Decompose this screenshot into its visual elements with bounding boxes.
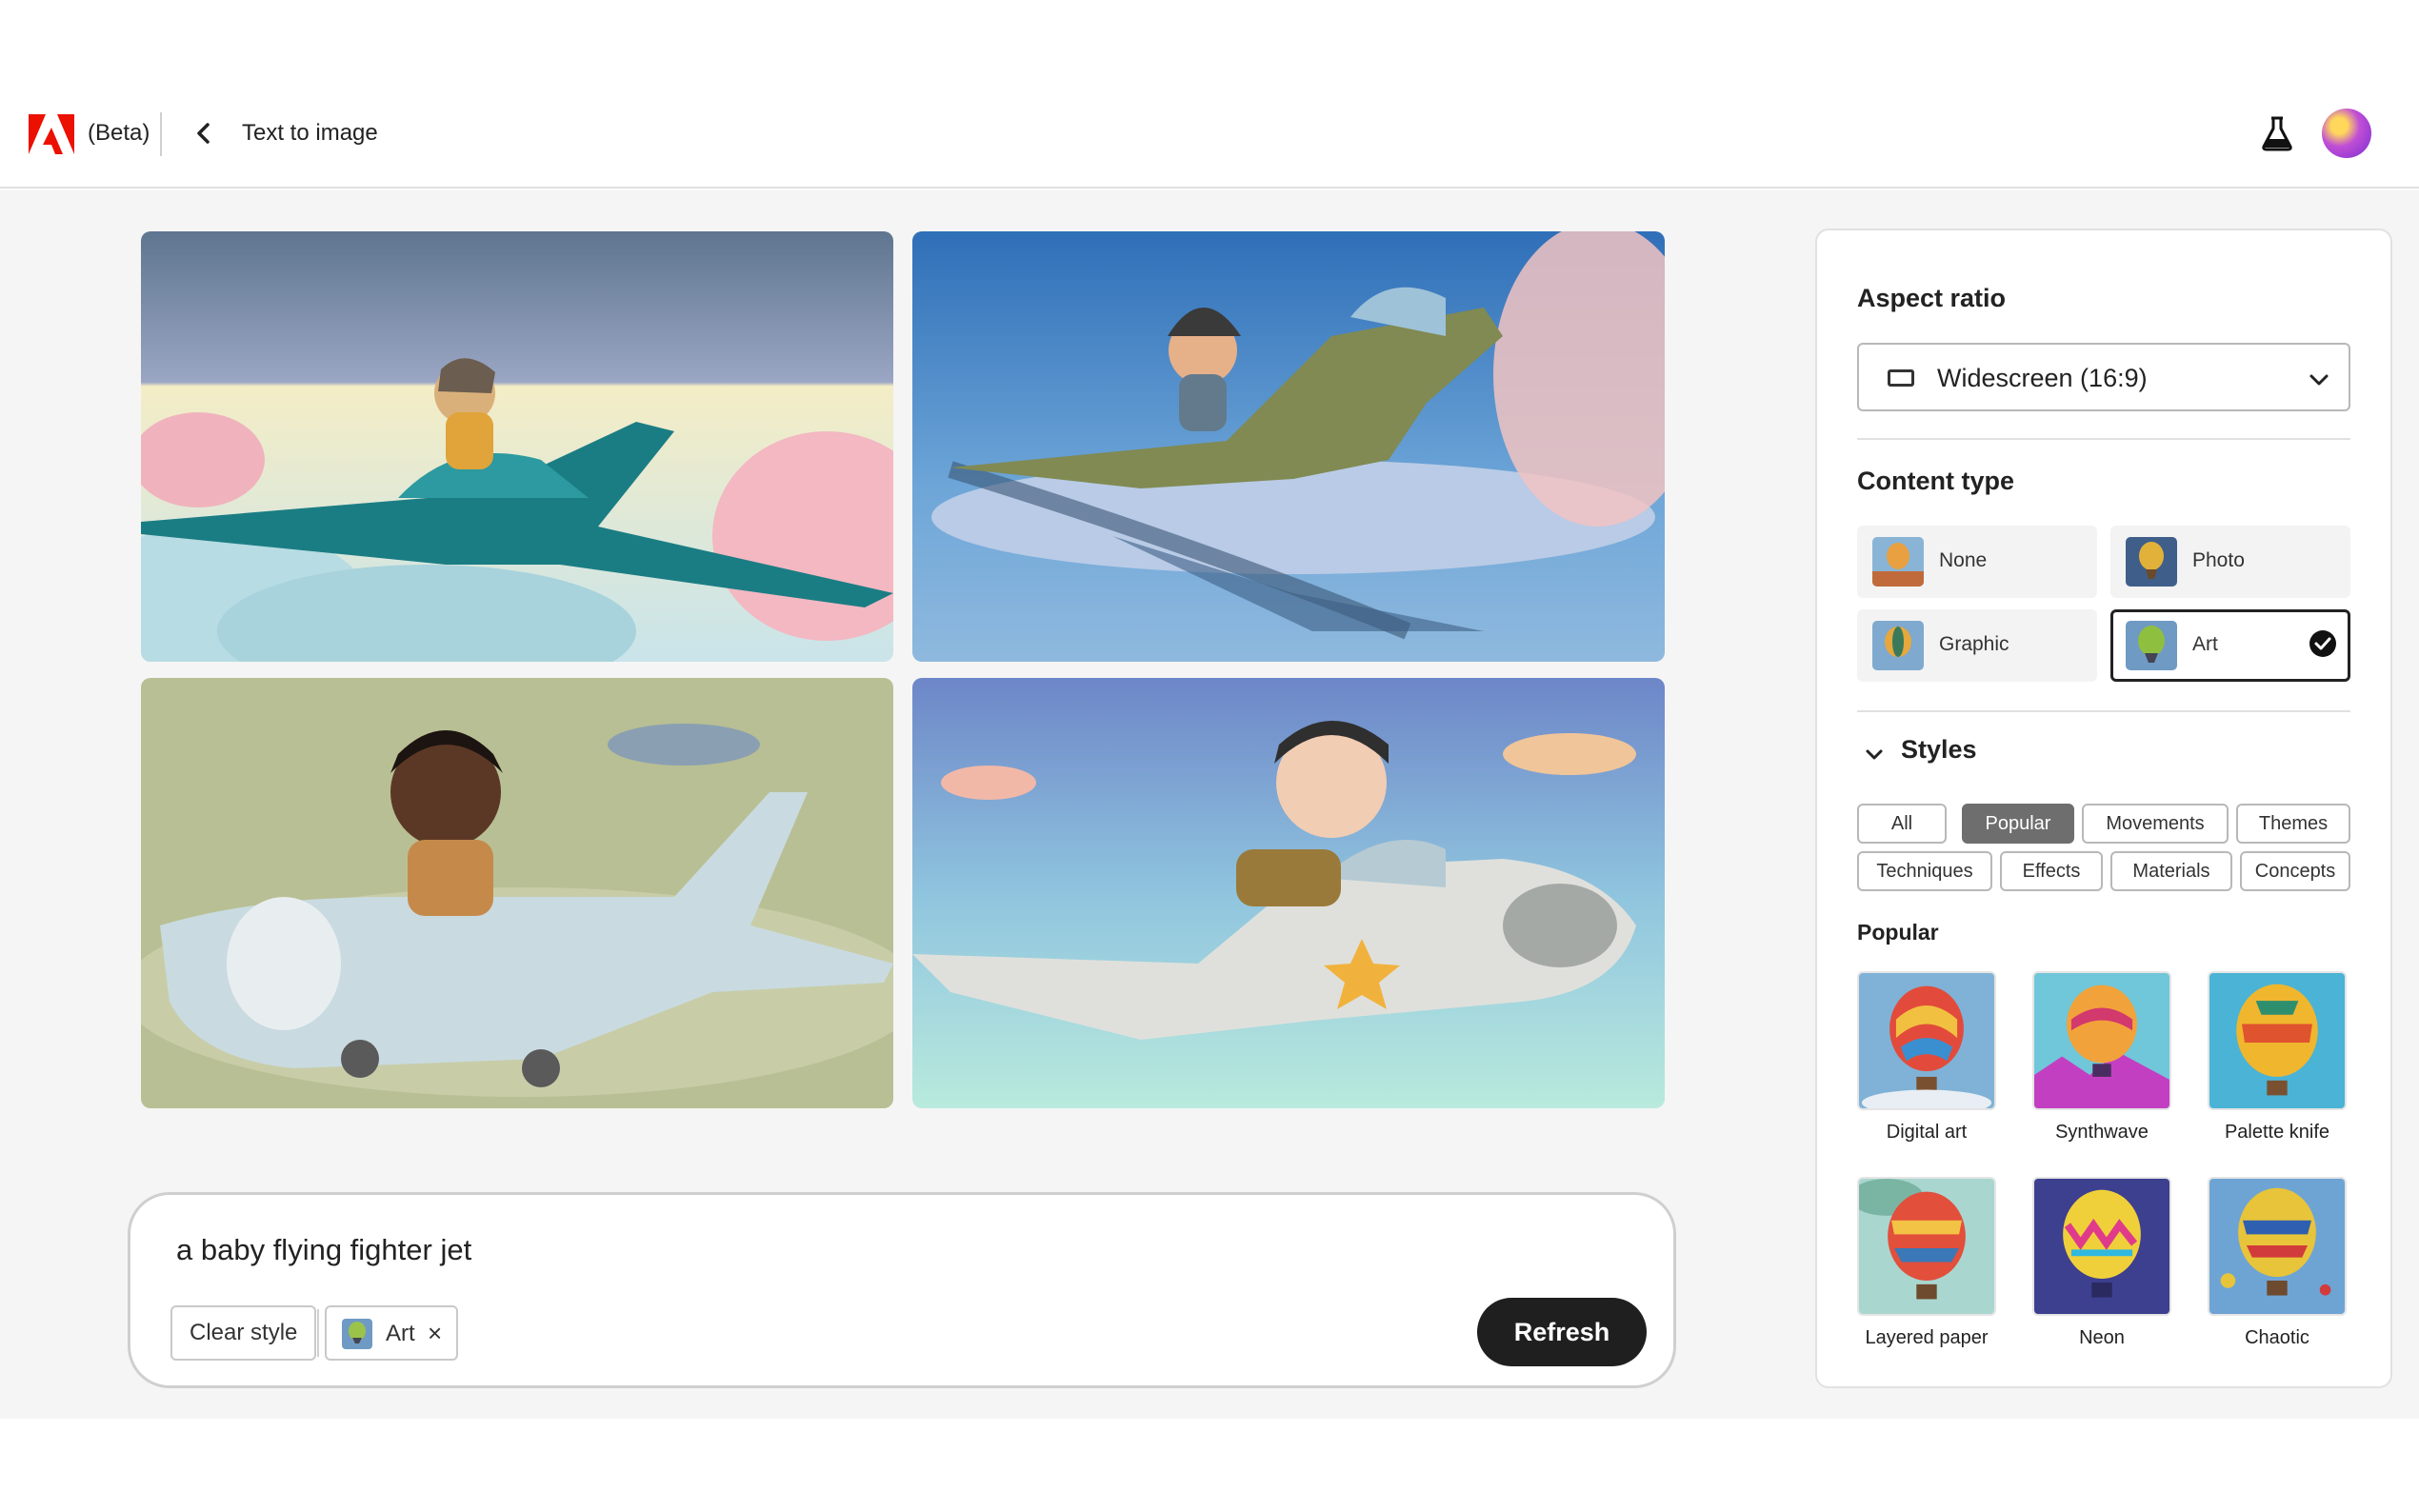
style-tile-label: Layered paper <box>1865 1327 1989 1348</box>
aspect-ratio-value: Widescreen (16:9) <box>1937 364 2148 392</box>
header-divider <box>160 112 162 156</box>
style-tile-label: Digital art <box>1886 1122 1968 1143</box>
flask-icon[interactable] <box>2259 114 2295 152</box>
layered-paper-thumbnail <box>1857 1177 1996 1316</box>
divider <box>1857 438 2350 440</box>
style-tab-all[interactable]: All <box>1857 804 1947 844</box>
none-thumbnail <box>1872 537 1924 587</box>
palette-knife-thumbnail <box>2208 971 2347 1110</box>
art-thumbnail <box>2126 621 2177 670</box>
applied-style-chip[interactable]: Art × <box>325 1305 458 1361</box>
aspect-ratio-title: Aspect ratio <box>1857 284 2007 312</box>
digital-art-thumbnail <box>1857 971 1996 1110</box>
style-tile-label: Synthwave <box>2055 1122 2149 1143</box>
generated-image-4[interactable] <box>912 678 1665 1108</box>
style-tab-techniques[interactable]: Techniques <box>1857 851 1992 891</box>
aspect-ratio-select[interactable]: Widescreen (16:9) <box>1857 343 2350 411</box>
prompt-box: a baby flying fighter jet Clear style Ar… <box>128 1192 1676 1388</box>
clear-style-button[interactable]: Clear style <box>170 1305 317 1361</box>
refresh-button[interactable]: Refresh <box>1477 1298 1647 1366</box>
chip-divider <box>317 1309 319 1357</box>
content-type-photo[interactable]: Photo <box>2110 526 2350 598</box>
content-type-graphic[interactable]: Graphic <box>1857 609 2097 682</box>
content-type-art[interactable]: Art <box>2110 609 2350 682</box>
app-header: (Beta) Text to image <box>0 0 2419 189</box>
applied-style-label: Art <box>386 1321 415 1346</box>
remove-style-icon[interactable]: × <box>428 1319 442 1348</box>
style-tile-label: Palette knife <box>2224 1122 2330 1143</box>
content-type-label: Graphic <box>1939 633 2009 655</box>
style-tile-digital-art[interactable]: Digital art <box>1857 971 1996 1144</box>
beta-label: (Beta) <box>88 120 150 146</box>
bottom-strip <box>0 1419 2419 1512</box>
content-type-title: Content type <box>1857 467 2014 495</box>
adobe-logo[interactable] <box>29 114 74 154</box>
generated-image-3[interactable] <box>141 678 893 1108</box>
style-tile-palette-knife[interactable]: Palette knife <box>2208 971 2347 1144</box>
neon-thumbnail <box>2032 1177 2171 1316</box>
page-title: Text to image <box>242 120 378 146</box>
art-style-thumbnail <box>342 1319 372 1349</box>
chevron-down-icon <box>2309 374 2329 386</box>
style-tile-chaotic[interactable]: Chaotic <box>2208 1177 2347 1349</box>
prompt-input[interactable]: a baby flying fighter jet <box>176 1233 471 1267</box>
settings-panel: Aspect ratio Widescreen (16:9) Content t… <box>1815 229 2392 1388</box>
synthwave-thumbnail <box>2032 971 2171 1110</box>
content-type-label: Art <box>2192 633 2218 655</box>
photo-thumbnail <box>2126 537 2177 587</box>
style-tile-layered-paper[interactable]: Layered paper <box>1857 1177 1996 1349</box>
style-tile-neon[interactable]: Neon <box>2032 1177 2171 1349</box>
generated-image-2[interactable] <box>912 231 1665 662</box>
content-type-label: None <box>1939 549 1988 571</box>
generated-image-1[interactable] <box>141 231 893 662</box>
content-type-label: Photo <box>2192 549 2245 571</box>
style-tile-label: Neon <box>2079 1327 2125 1348</box>
style-tile-synthwave[interactable]: Synthwave <box>2032 971 2171 1144</box>
style-tile-label: Chaotic <box>2245 1327 2309 1348</box>
style-tab-effects[interactable]: Effects <box>2000 851 2103 891</box>
checkmark-icon <box>2309 630 2336 657</box>
style-tab-movements[interactable]: Movements <box>2082 804 2229 844</box>
popular-section-title: Popular <box>1857 920 1939 945</box>
content-type-none[interactable]: None <box>1857 526 2097 598</box>
chevron-down-icon <box>1866 749 1883 760</box>
styles-title: Styles <box>1901 735 1977 764</box>
style-tab-concepts[interactable]: Concepts <box>2240 851 2350 891</box>
avatar[interactable] <box>2322 109 2371 158</box>
divider <box>1857 710 2350 712</box>
style-tab-popular[interactable]: Popular <box>1962 804 2074 844</box>
chaotic-thumbnail <box>2208 1177 2347 1316</box>
graphic-thumbnail <box>1872 621 1924 670</box>
back-icon[interactable] <box>187 116 221 150</box>
style-tab-themes[interactable]: Themes <box>2236 804 2350 844</box>
widescreen-icon <box>1888 369 1914 387</box>
style-tab-materials[interactable]: Materials <box>2110 851 2232 891</box>
